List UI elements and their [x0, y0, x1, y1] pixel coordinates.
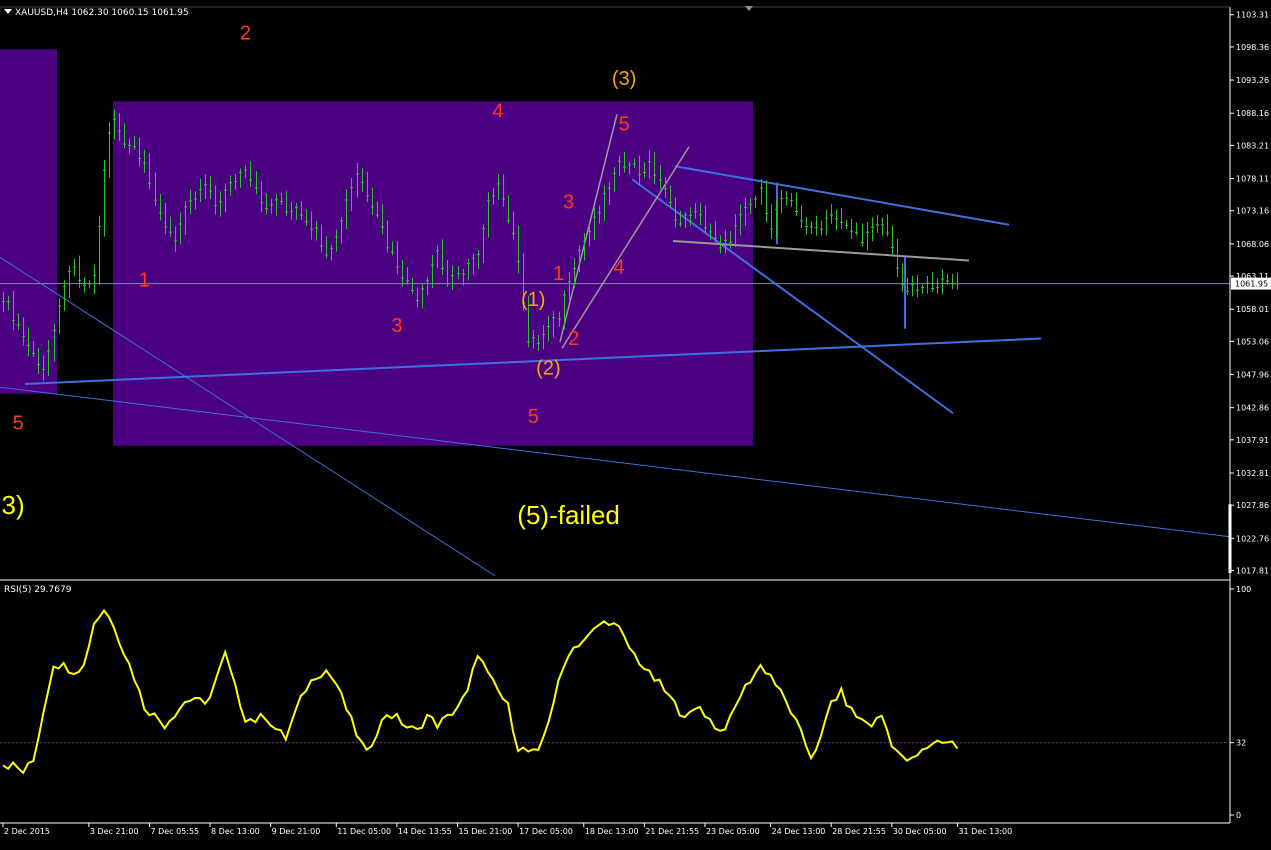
wave-count-label[interactable]: (2)	[536, 357, 560, 379]
price-tick-label: 1042.86	[1236, 404, 1269, 413]
time-tick-label: 24 Dec 13:00	[772, 827, 826, 836]
price-tick-label: 1047.96	[1236, 371, 1269, 380]
wave-count-label[interactable]: 4	[614, 257, 625, 279]
price-tick-label: 1088.16	[1236, 109, 1269, 118]
wave-count-label[interactable]: (1)	[521, 289, 545, 311]
price-tick-label: 1093.26	[1236, 76, 1269, 85]
rsi-header: RSI(5) 29.7679	[4, 585, 72, 595]
rsi-tick-label: 0	[1236, 811, 1241, 820]
rsi-tick-label: 32	[1236, 739, 1246, 748]
wave-count-label[interactable]: 5	[13, 413, 24, 435]
wave-count-label[interactable]: 3	[563, 192, 574, 214]
price-tick-label: 1027.86	[1236, 501, 1269, 510]
time-tick-label: 28 Dec 21:55	[832, 827, 886, 836]
time-tick-label: 23 Dec 05:00	[706, 827, 760, 836]
price-tick-label: 1098.36	[1236, 43, 1269, 52]
price-axis[interactable]: 1103.31 1098.36 1093.26 1088.16 1083.21 1078.…	[1230, 11, 1269, 576]
price-tick-label: 1103.31	[1236, 11, 1269, 20]
chart-header: XAUUSD,H4 1062.30 1060.15 1061.95	[15, 8, 189, 18]
time-tick-label: 15 Dec 21:00	[459, 827, 513, 836]
wave-count-label[interactable]: 2	[568, 328, 579, 350]
wave-count-label[interactable]: 4	[492, 101, 503, 123]
rsi-line	[2, 608, 959, 775]
wave-count-label[interactable]: 3)	[2, 490, 25, 520]
rsi-tick-label: 100	[1236, 585, 1251, 594]
wave-count-label[interactable]: 5	[619, 114, 630, 136]
time-tick-label: 31 Dec 13:00	[958, 827, 1012, 836]
time-tick-label: 7 Dec 05:55	[150, 827, 199, 836]
time-tick-label: 11 Dec 05:00	[337, 827, 391, 836]
chart-window[interactable]: 2 4 (3) 5 3 4 1 1 (1) 3 2 (2) 5 5 3) (5)-failed 1103.31 1…	[0, 0, 1271, 846]
time-tick-label: 17 Dec 05:00	[519, 827, 573, 836]
time-tick-label: 30 Dec 05:00	[893, 827, 947, 836]
wave-count-label[interactable]: 3	[391, 315, 402, 337]
time-tick-label: 21 Dec 21:55	[645, 827, 699, 836]
price-tick-label: 1017.81	[1236, 566, 1269, 575]
price-tick-label: 1058.01	[1236, 305, 1269, 314]
time-tick-label: 9 Dec 21:00	[272, 827, 321, 836]
wave-count-label[interactable]: 1	[139, 270, 150, 292]
time-tick-label: 3 Dec 21:00	[90, 827, 139, 836]
price-tick-label: 1032.81	[1236, 469, 1269, 478]
collapse-arrow-icon[interactable]	[4, 9, 12, 14]
price-tick-label: 1083.21	[1236, 141, 1269, 150]
time-tick-label: 2 Dec 2015	[4, 827, 50, 836]
wave-count-label[interactable]: 2	[240, 23, 251, 45]
wave-count-label[interactable]: (5)-failed	[517, 500, 620, 530]
price-tick-label: 1068.06	[1236, 240, 1269, 249]
price-tick-label: 1053.06	[1236, 337, 1269, 346]
time-tick-label: 8 Dec 13:00	[211, 827, 260, 836]
wave-count-label[interactable]: 1	[553, 263, 564, 285]
time-axis[interactable]: 2 Dec 2015 3 Dec 21:00 7 Dec 05:55 8 Dec 13…	[2, 823, 1012, 836]
price-tick-label: 1073.16	[1236, 207, 1269, 216]
time-tick-label: 14 Dec 13:55	[398, 827, 452, 836]
wave-count-label[interactable]: 5	[528, 406, 539, 428]
wave-count-label[interactable]: (3)	[612, 68, 636, 90]
current-price-label: 1061.95	[1235, 280, 1268, 289]
chart-shift-marker-icon[interactable]	[745, 6, 753, 11]
price-tick-label: 1078.11	[1236, 175, 1269, 184]
chart-canvas[interactable]: 24(3)5341 1(1)32(2)5 53) (5)-failed1103.311…	[0, 0, 1271, 846]
price-tick-label: 1022.76	[1236, 534, 1269, 543]
time-tick-label: 18 Dec 13:00	[585, 827, 639, 836]
price-tick-label: 1037.91	[1236, 436, 1269, 445]
